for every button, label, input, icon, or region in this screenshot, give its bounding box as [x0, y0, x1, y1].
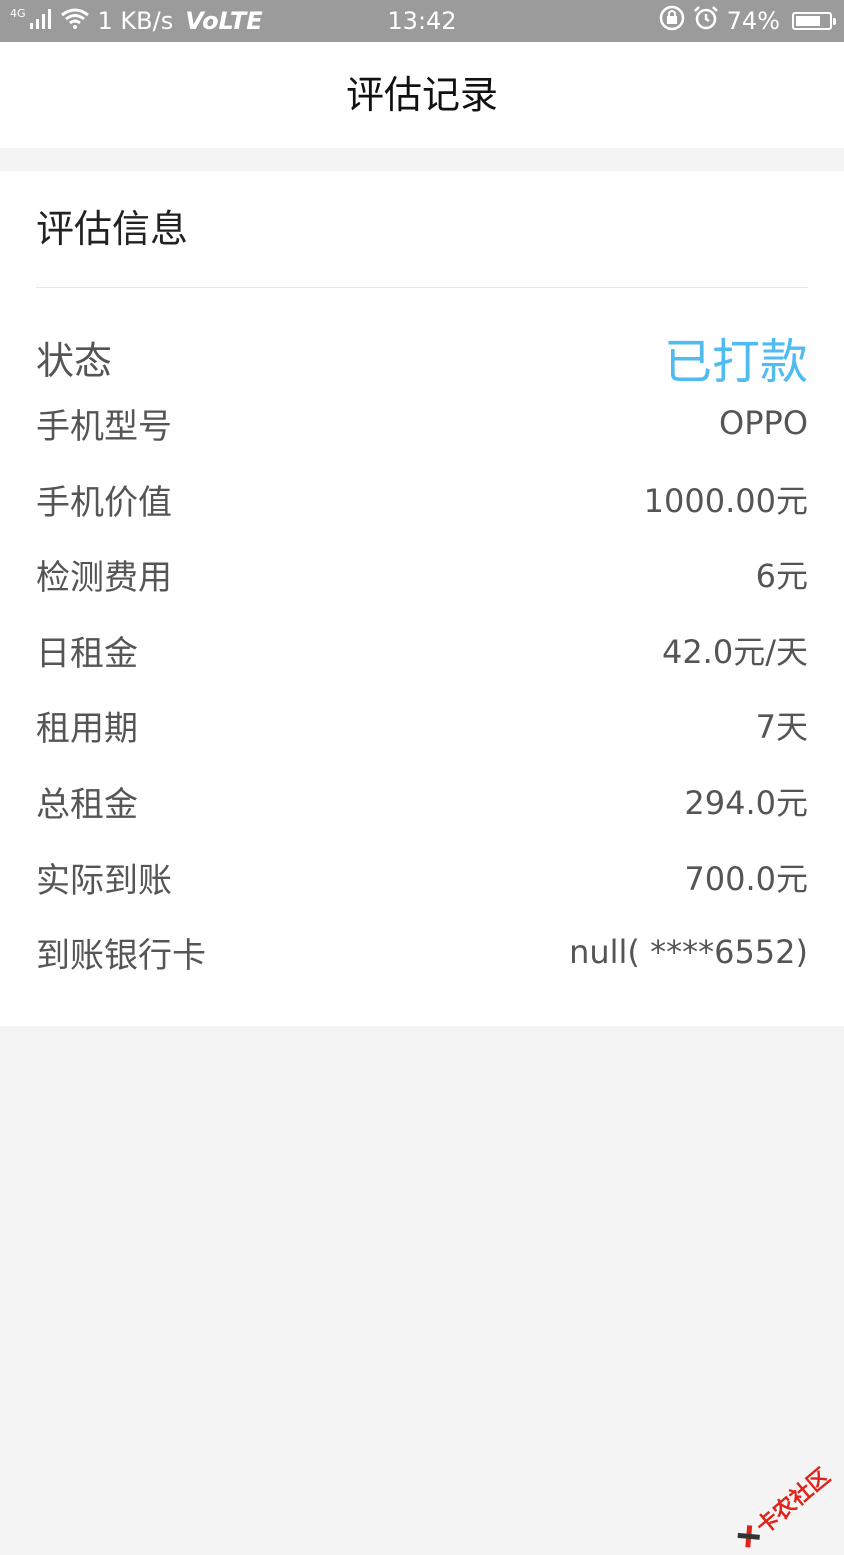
info-row-phone-model: 手机型号 OPPO [36, 393, 808, 453]
info-row-phone-value: 手机价值 1000.00元 [36, 469, 808, 529]
battery-percent: 74% [726, 7, 780, 35]
section-title: 评估信息 [36, 207, 189, 251]
info-label: 实际到账 [36, 860, 172, 901]
info-value: null( ****6552) [569, 933, 808, 971]
info-value: 1000.00元 [643, 482, 808, 520]
info-label: 手机型号 [36, 406, 172, 447]
info-row-status: 状态 已打款 [36, 327, 808, 390]
assessment-info-card: 评估信息 状态 已打款 手机型号 OPPO 手机价值 1000.00元 检测费用… [0, 171, 844, 1026]
info-label: 检测费用 [36, 557, 172, 598]
status-value: 已打款 [663, 334, 808, 390]
info-value: OPPO [719, 404, 808, 442]
watermark: 卡农社区 [731, 1459, 836, 1554]
info-label: 手机价值 [36, 482, 172, 523]
info-row-bank-card: 到账银行卡 null( ****6552) [36, 922, 808, 982]
info-label: 总租金 [36, 784, 138, 825]
info-row-total-rent: 总租金 294.0元 [36, 771, 808, 831]
info-label: 日租金 [36, 633, 138, 674]
info-value: 7天 [755, 708, 808, 746]
battery-icon [792, 12, 836, 30]
battery-level-fill [796, 16, 820, 26]
divider [36, 287, 808, 288]
header: 评估记录 [0, 42, 844, 148]
info-row-rental-period: 租用期 7天 [36, 695, 808, 755]
page-title: 评估记录 [345, 73, 498, 117]
info-label: 租用期 [36, 708, 138, 749]
info-label: 状态 [36, 338, 113, 383]
info-value: 700.0元 [684, 860, 808, 898]
info-row-daily-rent: 日租金 42.0元/天 [36, 620, 808, 680]
rotation-lock-icon [659, 5, 685, 37]
status-right-group: 74% [659, 0, 836, 42]
status-bar: 4G 1 KB/s VoLTE 13:42 74% [0, 0, 844, 42]
info-row-inspection-fee: 检测费用 6元 [36, 544, 808, 604]
alarm-icon [693, 5, 719, 37]
info-row-actual-received: 实际到账 700.0元 [36, 847, 808, 907]
watermark-text: 卡农社区 [751, 1464, 836, 1540]
info-label: 到账银行卡 [36, 935, 206, 976]
info-value: 42.0元/天 [661, 633, 808, 671]
info-value: 294.0元 [684, 784, 808, 822]
info-value: 6元 [755, 557, 808, 595]
